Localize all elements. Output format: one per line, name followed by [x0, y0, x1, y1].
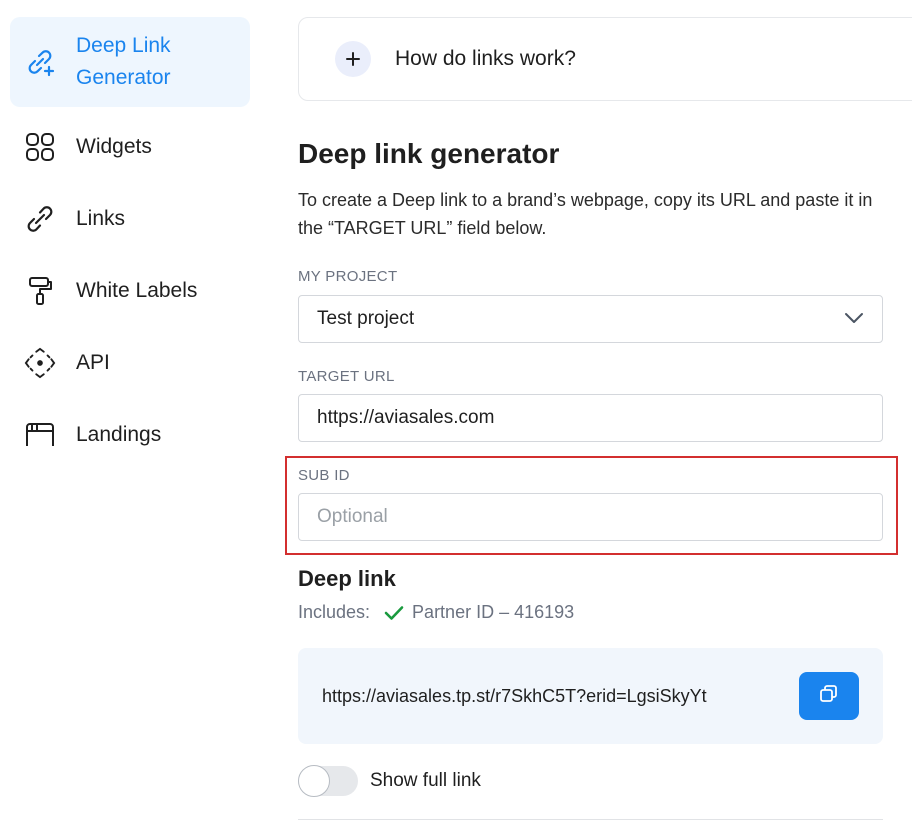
show-full-link-row: Show full link [298, 765, 481, 797]
sidebar-item-landings[interactable]: Landings [10, 399, 250, 471]
sidebar-item-label: Deep Link Generator [76, 34, 171, 89]
partner-id: Partner ID – 416193 [412, 602, 575, 622]
sidebar-item-label: API [76, 351, 110, 374]
sub-id-highlight-box [285, 456, 898, 555]
plus-icon [335, 41, 371, 77]
faq-label: How do links work? [395, 47, 576, 70]
api-diamond-icon [24, 347, 56, 379]
sidebar-item-deep-link-generator[interactable]: Deep Link Generator [10, 17, 250, 107]
sidebar-item-api[interactable]: API [10, 327, 250, 399]
target-url-label: TARGET URL [298, 368, 395, 385]
sidebar: Deep Link Generator Widgets Links White … [10, 17, 250, 471]
copy-icon [819, 684, 839, 709]
target-url-input[interactable]: https://aviasales.com [298, 394, 883, 442]
show-full-link-toggle[interactable] [298, 765, 358, 797]
copy-button[interactable] [799, 672, 859, 720]
check-icon [384, 605, 404, 621]
link-plus-icon [24, 46, 56, 78]
deep-link-title: Deep link [298, 566, 396, 591]
page-title: Deep link generator [298, 138, 560, 169]
paint-roller-icon [24, 275, 56, 307]
sidebar-item-links[interactable]: Links [10, 183, 250, 255]
includes-row: Includes: Partner ID – 416193 [298, 602, 574, 623]
widgets-grid-icon [24, 131, 56, 163]
project-select-value: Test project [317, 308, 415, 329]
link-icon [24, 203, 56, 235]
target-url-value: https://aviasales.com [317, 407, 495, 428]
deep-link-box: https://aviasales.tp.st/r7SkhC5T?erid=Lg… [298, 648, 883, 744]
deep-link-url[interactable]: https://aviasales.tp.st/r7SkhC5T?erid=Lg… [322, 686, 799, 707]
sidebar-item-white-labels[interactable]: White Labels [10, 255, 250, 327]
project-select[interactable]: Test project [298, 295, 883, 343]
show-full-link-label: Show full link [370, 770, 481, 791]
page-description: To create a Deep link to a brand’s webpa… [298, 190, 873, 238]
sidebar-item-label: Links [76, 207, 126, 230]
sidebar-item-label: Widgets [76, 135, 152, 158]
sidebar-item-widgets[interactable]: Widgets [10, 111, 250, 183]
sidebar-item-label: Landings [76, 423, 162, 446]
project-label: MY PROJECT [298, 268, 398, 285]
toggle-knob [298, 765, 330, 797]
includes-label: Includes: [298, 602, 371, 622]
sidebar-item-label: White Labels [76, 279, 198, 302]
landing-window-icon [24, 419, 56, 451]
faq-accordion[interactable]: How do links work? [298, 17, 912, 101]
chevron-down-icon [844, 308, 864, 330]
